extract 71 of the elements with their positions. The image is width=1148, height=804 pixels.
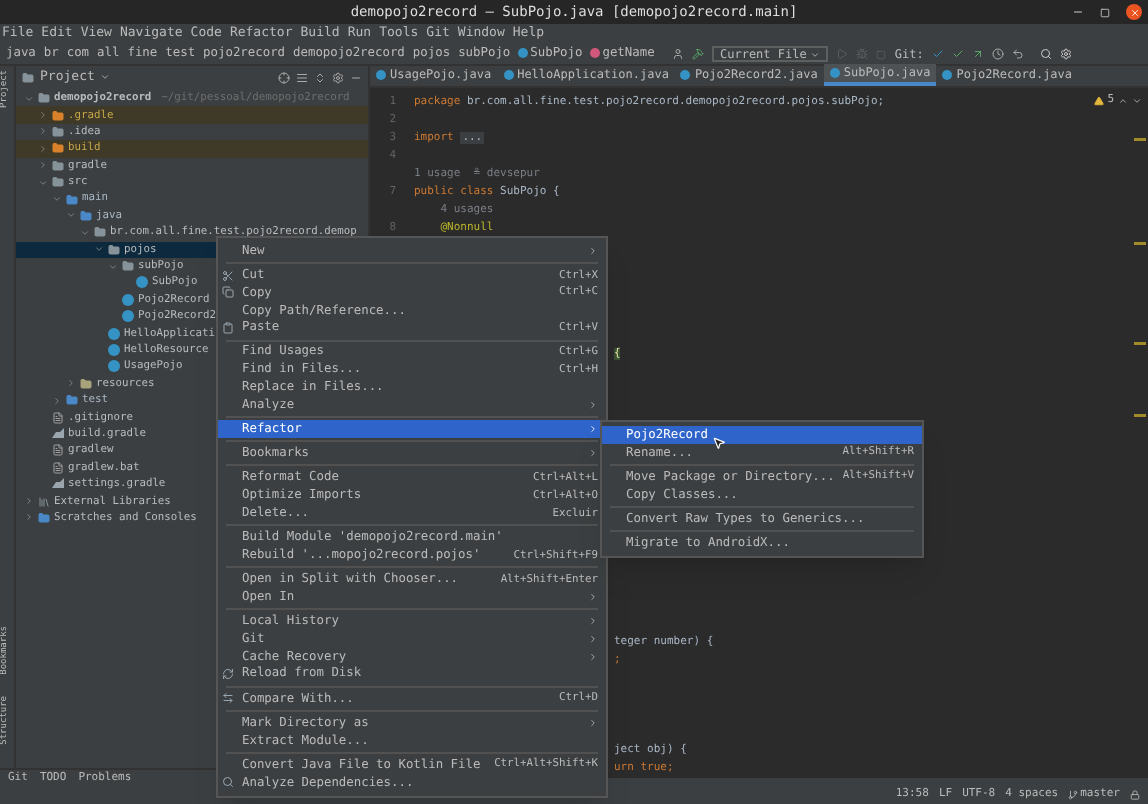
expanded-chevron-icon[interactable] <box>38 177 48 188</box>
file-icon <box>52 444 64 457</box>
expanded-chevron-icon[interactable] <box>80 227 90 238</box>
settings-icon[interactable] <box>332 71 344 83</box>
file-icon <box>52 411 64 424</box>
search-icon <box>222 776 234 789</box>
clock-icon[interactable] <box>991 48 1004 60</box>
class-icon <box>680 70 691 80</box>
close-button[interactable] <box>1126 4 1142 20</box>
warning-icon[interactable] <box>1093 95 1104 106</box>
library-icon <box>38 495 50 508</box>
class-icon <box>829 68 840 78</box>
folder-icon <box>22 71 34 83</box>
undo-icon[interactable] <box>1011 48 1024 60</box>
folder-icon <box>52 125 64 138</box>
lock-icon[interactable] <box>1130 790 1140 800</box>
folder-icon <box>94 226 106 239</box>
folder-icon <box>66 394 78 407</box>
file-icon <box>52 461 64 474</box>
reload-icon <box>222 668 234 681</box>
mouse-pointer-icon <box>712 436 726 450</box>
folder-icon <box>52 142 64 155</box>
collapsed-chevron-icon[interactable] <box>38 110 48 121</box>
folder-icon <box>52 109 64 122</box>
expanded-chevron-icon[interactable] <box>94 244 104 255</box>
expanded-chevron-icon[interactable] <box>52 194 62 205</box>
hide-icon[interactable] <box>350 71 362 83</box>
user-icon[interactable] <box>672 48 684 60</box>
dropdown-caret-icon[interactable] <box>100 72 111 82</box>
expanded-chevron-icon[interactable] <box>108 261 118 272</box>
arrow-icon[interactable] <box>971 48 984 60</box>
clipboard-icon <box>222 321 234 334</box>
branch-icon <box>1068 790 1079 800</box>
collapsed-chevron-icon[interactable] <box>38 143 48 154</box>
hammer-icon[interactable] <box>692 48 704 60</box>
gradle-file-icon <box>52 478 64 491</box>
compare-arrows-icon <box>222 692 234 705</box>
scissors-icon <box>222 269 234 282</box>
debug-icon[interactable] <box>856 48 869 60</box>
collapsed-chevron-icon[interactable] <box>38 126 48 137</box>
expanded-chevron-icon[interactable] <box>66 210 76 221</box>
collapsed-chevron-icon[interactable] <box>38 160 48 171</box>
folder-icon <box>38 92 50 105</box>
folder-icon <box>108 243 120 256</box>
folder-icon <box>80 377 92 390</box>
class-icon <box>942 70 953 80</box>
folder-icon <box>52 159 64 172</box>
search-icon[interactable] <box>1039 48 1052 60</box>
method-icon <box>590 48 601 59</box>
minimize-icon[interactable] <box>1072 6 1084 18</box>
folder-icon <box>38 511 50 524</box>
maximize-icon[interactable] <box>1100 7 1110 17</box>
next-icon[interactable] <box>1132 95 1142 106</box>
gradle-file-icon <box>52 428 64 440</box>
folder-icon <box>66 193 78 206</box>
collapsed-chevron-icon[interactable] <box>52 395 62 406</box>
locate-icon[interactable] <box>278 71 290 83</box>
collapsed-chevron-icon[interactable] <box>24 512 34 523</box>
previous-icon[interactable] <box>1118 95 1128 106</box>
folder-icon <box>52 176 64 189</box>
folder-icon <box>80 209 92 222</box>
run-icon[interactable] <box>836 48 849 60</box>
settings-icon[interactable] <box>1059 48 1072 60</box>
copy-icon <box>222 286 234 299</box>
class-icon <box>376 70 386 80</box>
expanded-chevron-icon[interactable] <box>24 93 34 104</box>
collapsed-chevron-icon[interactable] <box>24 496 34 507</box>
collapse-icon[interactable] <box>296 71 308 83</box>
caret-icon <box>810 49 821 59</box>
folder-icon <box>122 260 134 273</box>
collapsed-chevron-icon[interactable] <box>66 378 76 389</box>
